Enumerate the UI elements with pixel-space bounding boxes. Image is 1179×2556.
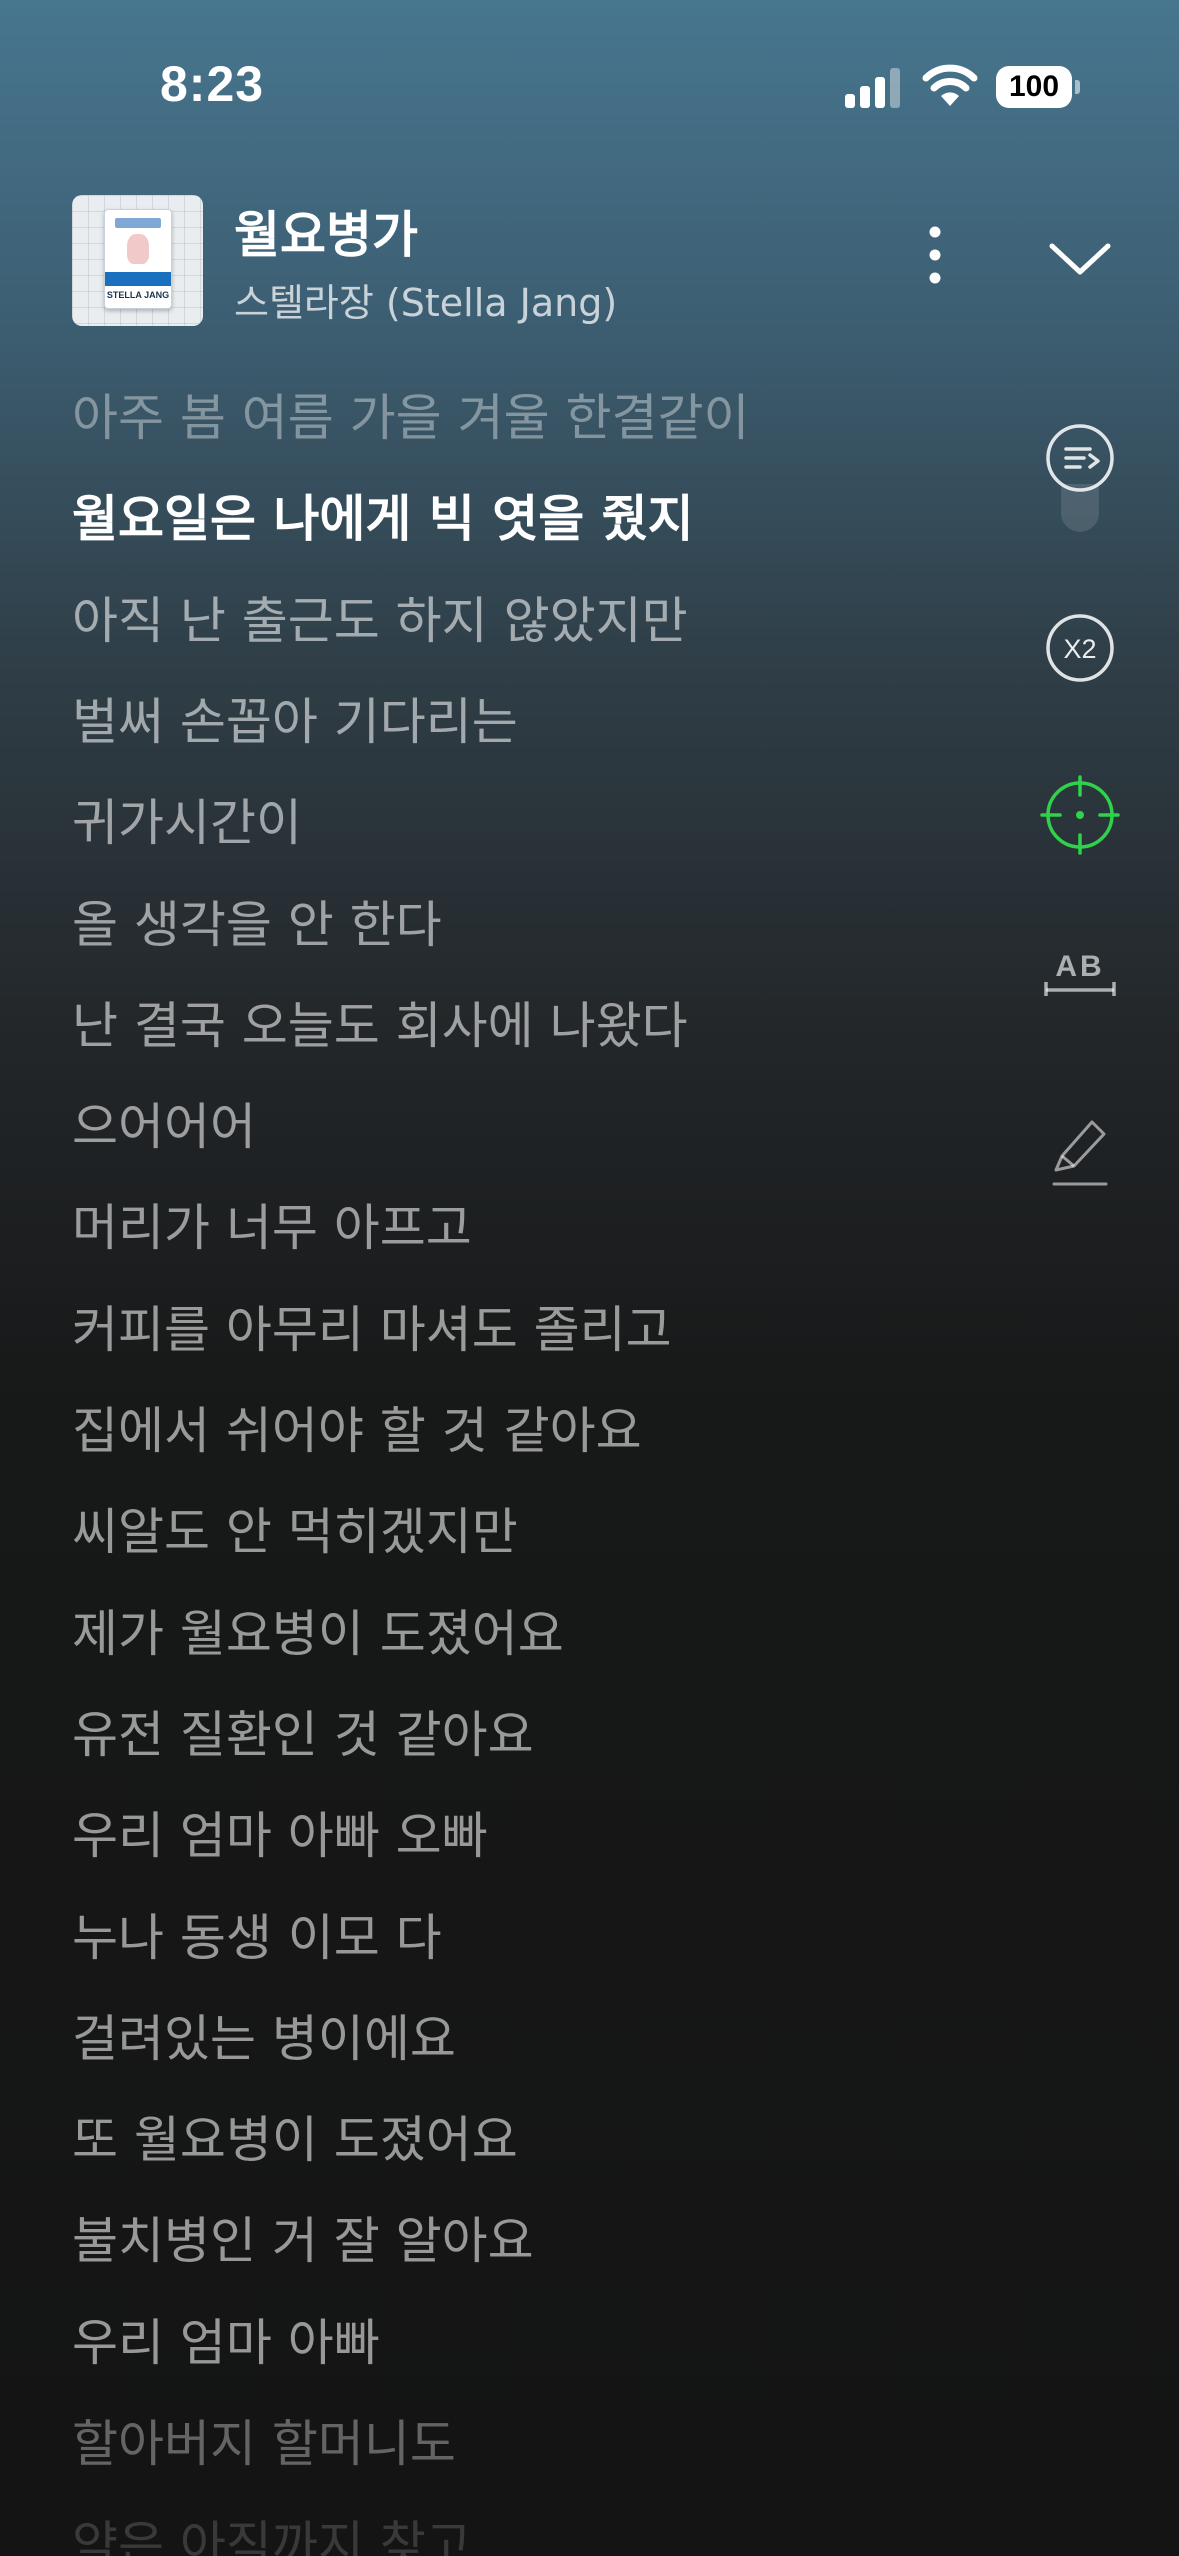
translate-label: AB <box>1055 950 1104 983</box>
lyric-line[interactable]: 불치병인 거 잘 알아요 <box>72 2201 1002 2302</box>
lyrics-list[interactable]: 아주 봄 여름 가을 겨울 한결같이 월요일은 나에게 빅 엿을 줬지 아직 난 출… <box>72 378 1002 2556</box>
collapse-button[interactable] <box>1040 228 1120 288</box>
lyric-line[interactable]: 할아버지 할머니도 <box>72 2404 1002 2505</box>
album-art-name: STELLA JANG <box>106 290 170 300</box>
more-vertical-icon <box>929 226 941 284</box>
highlighter-pen-icon <box>1052 1120 1108 1186</box>
lyric-line-current[interactable]: 월요일은 나에게 빅 엿을 줬지 <box>72 479 1002 580</box>
lyric-line[interactable]: 우리 엄마 아빠 <box>72 2303 1002 2404</box>
lyric-line[interactable]: 으어어어 <box>72 1087 1002 1188</box>
lyric-line[interactable]: 난 결국 오늘도 회사에 나왔다 <box>72 986 1002 1087</box>
lyric-line[interactable]: 벌써 손꼽아 기다리는 <box>72 682 1002 783</box>
lyric-line[interactable]: 또 월요병이 도졌어요 <box>72 2100 1002 2201</box>
album-art-card-header <box>115 218 161 228</box>
translate-button[interactable]: AB <box>1040 940 1120 1020</box>
highlight-button[interactable] <box>1040 1110 1120 1190</box>
more-options-button[interactable] <box>908 220 962 290</box>
chevron-down-icon <box>1049 243 1111 275</box>
crosshair-icon <box>1040 775 1120 855</box>
lyric-line[interactable]: 씨알도 안 먹히겠지만 <box>72 1492 1002 1593</box>
speed-button[interactable]: X2 <box>1040 608 1120 688</box>
artist-name[interactable]: 스텔라장 (Stella Jang) <box>234 272 617 327</box>
album-art-card-band <box>105 272 171 286</box>
locate-current-line-button[interactable] <box>1040 775 1120 855</box>
speed-label: X2 <box>1063 634 1096 664</box>
lyric-line[interactable]: 우리 엄마 아빠 오빠 <box>72 1796 1002 1897</box>
wifi-icon <box>922 64 978 106</box>
song-title[interactable]: 월요병가 <box>234 195 418 267</box>
album-art-id-card: STELLA JANG <box>104 209 172 309</box>
tool-rail-scroll-handle[interactable] <box>1061 484 1099 532</box>
battery-level: 100 <box>996 66 1072 108</box>
now-playing-header: STELLA JANG 월요병가 스텔라장 (Stella Jang) <box>0 190 1179 340</box>
lyric-line[interactable]: 약은 아직까지 찾고 <box>72 2505 1002 2556</box>
lyric-line[interactable]: 집에서 쉬어야 할 것 같아요 <box>72 1391 1002 1492</box>
lyric-line[interactable]: 유전 질환인 것 같아요 <box>72 1695 1002 1796</box>
battery-icon: 100 <box>996 66 1080 108</box>
album-art-portrait <box>127 234 149 264</box>
speed-icon: X2 <box>1046 614 1114 682</box>
lyric-line[interactable]: 아직 난 출근도 하지 않았지만 <box>72 581 1002 682</box>
lyric-line[interactable]: 걸려있는 병이에요 <box>72 1999 1002 2100</box>
battery-cap <box>1075 80 1080 94</box>
translate-icon: AB <box>1044 950 1116 996</box>
lyric-line[interactable]: 누나 동생 이모 다 <box>72 1898 1002 1999</box>
lyric-line[interactable]: 올 생각을 안 한다 <box>72 885 1002 986</box>
lyric-line[interactable]: 귀가시간이 <box>72 783 1002 884</box>
album-art[interactable]: STELLA JANG <box>72 195 203 326</box>
status-bar: 8:23 100 <box>0 0 1179 170</box>
lyric-line[interactable]: 커피를 아무리 마셔도 졸리고 <box>72 1290 1002 1391</box>
signal-icon <box>845 68 900 108</box>
status-time: 8:23 <box>160 56 265 112</box>
lyric-line[interactable]: 아주 봄 여름 가을 겨울 한결같이 <box>72 378 1002 479</box>
lyric-line[interactable]: 제가 월요병이 도졌어요 <box>72 1594 1002 1695</box>
lyric-line[interactable]: 머리가 너무 아프고 <box>72 1188 1002 1289</box>
